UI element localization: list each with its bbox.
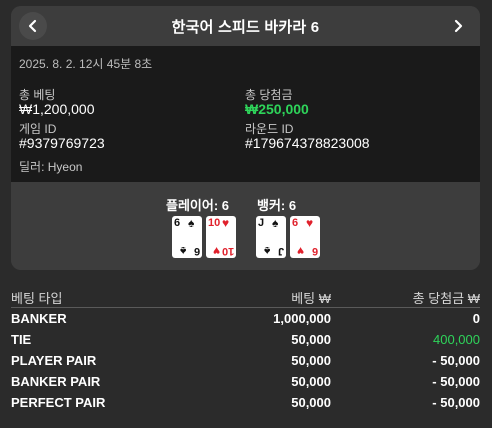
bet-win: - 50,000 bbox=[432, 374, 480, 389]
table-row: TIE 50,000 400,000 bbox=[11, 329, 480, 350]
total-bet-value: ₩1,200,000 bbox=[19, 101, 95, 117]
player-score: 플레이어: 6 bbox=[166, 198, 230, 213]
table-row: PERFECT PAIR 50,000 - 50,000 bbox=[11, 392, 480, 413]
bet-type: PLAYER PAIR bbox=[11, 353, 97, 368]
card-suit: ♥ bbox=[222, 216, 230, 230]
card-rank: 10 bbox=[221, 245, 234, 257]
playing-card: 10 ♥ 10 ♥ bbox=[206, 216, 236, 258]
round-result: 플레이어: 6 뱅커: 6 6 ♠ 6 ♠ 10 ♥ 10 ♥ J ♠ J ♠ bbox=[11, 182, 480, 270]
banker-score: 뱅커: 6 bbox=[257, 198, 297, 213]
bet-amount: 50,000 bbox=[291, 332, 331, 347]
next-round-button[interactable] bbox=[444, 12, 472, 40]
table-header-row: 베팅 타입 베팅 ₩ 총 당첨금 ₩ bbox=[11, 287, 480, 308]
card-suit: ♥ bbox=[296, 244, 304, 258]
bet-type: PERFECT PAIR bbox=[11, 395, 106, 410]
table-row: PLAYER PAIR 50,000 - 50,000 bbox=[11, 350, 480, 371]
table-row: BANKER PAIR 50,000 - 50,000 bbox=[11, 371, 480, 392]
bet-win: 0 bbox=[472, 311, 480, 326]
card-suit: ♠ bbox=[179, 244, 186, 258]
bet-amount: 50,000 bbox=[291, 395, 331, 410]
card-rank: J bbox=[258, 217, 265, 229]
card-rank: 6 bbox=[292, 217, 299, 229]
card-suit: ♥ bbox=[306, 216, 314, 230]
round-details-card: 한국어 스피드 바카라 6 2025. 8. 2. 12시 45분 8초 총 베… bbox=[11, 6, 480, 270]
card-suit: ♠ bbox=[263, 244, 270, 258]
bet-amount: 50,000 bbox=[291, 353, 331, 368]
bet-win: - 50,000 bbox=[432, 353, 480, 368]
chevron-right-icon bbox=[454, 19, 463, 33]
round-id-value: #179674378823008 bbox=[245, 135, 370, 151]
card-suit: ♠ bbox=[188, 216, 195, 230]
column-header-bet-amount: 베팅 ₩ bbox=[181, 287, 331, 308]
card-rank: 10 bbox=[208, 217, 221, 229]
bet-type: TIE bbox=[11, 332, 32, 347]
card-rank: 6 bbox=[311, 245, 318, 257]
playing-card: J ♠ J ♠ bbox=[256, 216, 286, 258]
total-win-value: ₩250,000 bbox=[245, 101, 309, 117]
banker-cards: J ♠ J ♠ 6 ♥ 6 ♥ bbox=[256, 216, 320, 258]
card-rank: J bbox=[277, 245, 284, 257]
column-header-bet-type: 베팅 타입 bbox=[11, 287, 181, 308]
round-datetime: 2025. 8. 2. 12시 45분 8초 bbox=[19, 57, 153, 71]
bet-amount: 50,000 bbox=[291, 374, 331, 389]
round-header: 한국어 스피드 바카라 6 bbox=[11, 6, 480, 46]
bet-amount: 1,000,000 bbox=[273, 311, 331, 326]
card-suit: ♠ bbox=[272, 216, 279, 230]
card-rank: 6 bbox=[174, 217, 181, 229]
bet-type: BANKER PAIR bbox=[11, 374, 101, 389]
table-row: BANKER 1,000,000 0 bbox=[11, 308, 480, 330]
playing-card: 6 ♠ 6 ♠ bbox=[172, 216, 202, 258]
game-id-value: #9379769723 bbox=[19, 135, 105, 151]
dealer-name: 딜러: Hyeon bbox=[19, 160, 83, 174]
bets-table: 베팅 타입 베팅 ₩ 총 당첨금 ₩ BANKER 1,000,000 0 TI… bbox=[11, 287, 480, 413]
card-suit: ♥ bbox=[212, 244, 220, 258]
round-info: 2025. 8. 2. 12시 45분 8초 총 베팅 ₩1,200,000 총… bbox=[11, 46, 480, 182]
bet-win: 400,000 bbox=[433, 332, 480, 347]
game-title: 한국어 스피드 바카라 6 bbox=[171, 19, 320, 36]
card-rank: 6 bbox=[193, 245, 200, 257]
player-cards: 6 ♠ 6 ♠ 10 ♥ 10 ♥ bbox=[172, 216, 236, 258]
bet-type: BANKER bbox=[11, 311, 67, 326]
bet-win: - 50,000 bbox=[432, 395, 480, 410]
playing-card: 6 ♥ 6 ♥ bbox=[290, 216, 320, 258]
column-header-total-win: 총 당첨금 ₩ bbox=[331, 287, 480, 308]
